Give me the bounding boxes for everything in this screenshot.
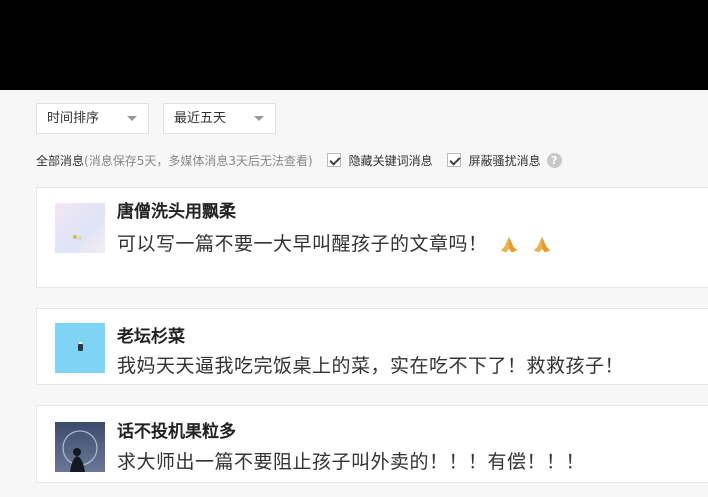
hide-keyword-messages-label: 隐藏关键词消息 — [348, 153, 433, 168]
date-range-dropdown-value: 最近五天 — [174, 111, 227, 126]
filter-bar: 全部消息 (消息保存5天，多媒体消息3天后无法查看) 隐藏关键词消息 屏蔽骚扰消… — [36, 148, 562, 172]
block-harassment-label: 屏蔽骚扰消息 — [468, 153, 541, 168]
message-card[interactable]: 话不投机果粒多 求大师出一篇不要阻止孩子叫外卖的！！！有偿！！！ — [36, 405, 708, 483]
avatar[interactable] — [55, 203, 105, 253]
chevron-down-icon — [127, 116, 137, 121]
avatar-image — [78, 342, 83, 351]
messages-panel: 时间排序 最近五天 全部消息 (消息保存5天，多媒体消息3天后无法查看) 隐藏关… — [0, 90, 708, 497]
help-icon[interactable]: ? — [546, 152, 562, 168]
checkbox-checked-icon[interactable] — [446, 153, 461, 167]
pray-hands-icon — [500, 236, 518, 252]
date-range-dropdown[interactable]: 最近五天 — [163, 103, 276, 134]
message-card[interactable]: 老坛杉菜 我妈天天逼我吃完饭桌上的菜，实在吃不下了！救救孩子！ — [36, 308, 708, 385]
avatar[interactable] — [55, 422, 105, 472]
sender-name[interactable]: 话不投机果粒多 — [117, 417, 236, 442]
avatar-image — [62, 430, 98, 472]
avatar[interactable] — [55, 323, 105, 373]
sort-dropdown-value: 时间排序 — [47, 111, 100, 126]
sender-name[interactable]: 唐僧洗头用飘柔 — [117, 197, 236, 222]
message-text-content: 可以写一篇不要一大早叫醒孩子的文章吗！ — [117, 233, 488, 255]
sort-dropdown[interactable]: 时间排序 — [36, 103, 149, 134]
pray-hands-icon — [533, 236, 550, 252]
message-text: 我妈天天逼我吃完饭桌上的菜，实在吃不下了！救救孩子！ — [117, 355, 625, 377]
message-text: 求大师出一篇不要阻止孩子叫外卖的！！！有偿！！！ — [117, 451, 586, 473]
all-messages-label: 全部消息 — [36, 153, 85, 168]
sender-name[interactable]: 老坛杉菜 — [117, 322, 185, 347]
retention-note: (消息保存5天，多媒体消息3天后无法查看) — [84, 153, 313, 168]
hide-keyword-messages-checkbox[interactable]: 隐藏关键词消息 — [326, 152, 433, 169]
message-text: 可以写一篇不要一大早叫醒孩子的文章吗！ — [117, 229, 553, 256]
checkbox-checked-icon[interactable] — [326, 153, 341, 167]
message-card[interactable]: 唐僧洗头用飘柔 可以写一篇不要一大早叫醒孩子的文章吗！ — [36, 187, 708, 288]
block-harassment-checkbox[interactable]: 屏蔽骚扰消息 — [446, 152, 541, 169]
chevron-down-icon — [254, 116, 264, 121]
avatar-image — [73, 235, 82, 240]
